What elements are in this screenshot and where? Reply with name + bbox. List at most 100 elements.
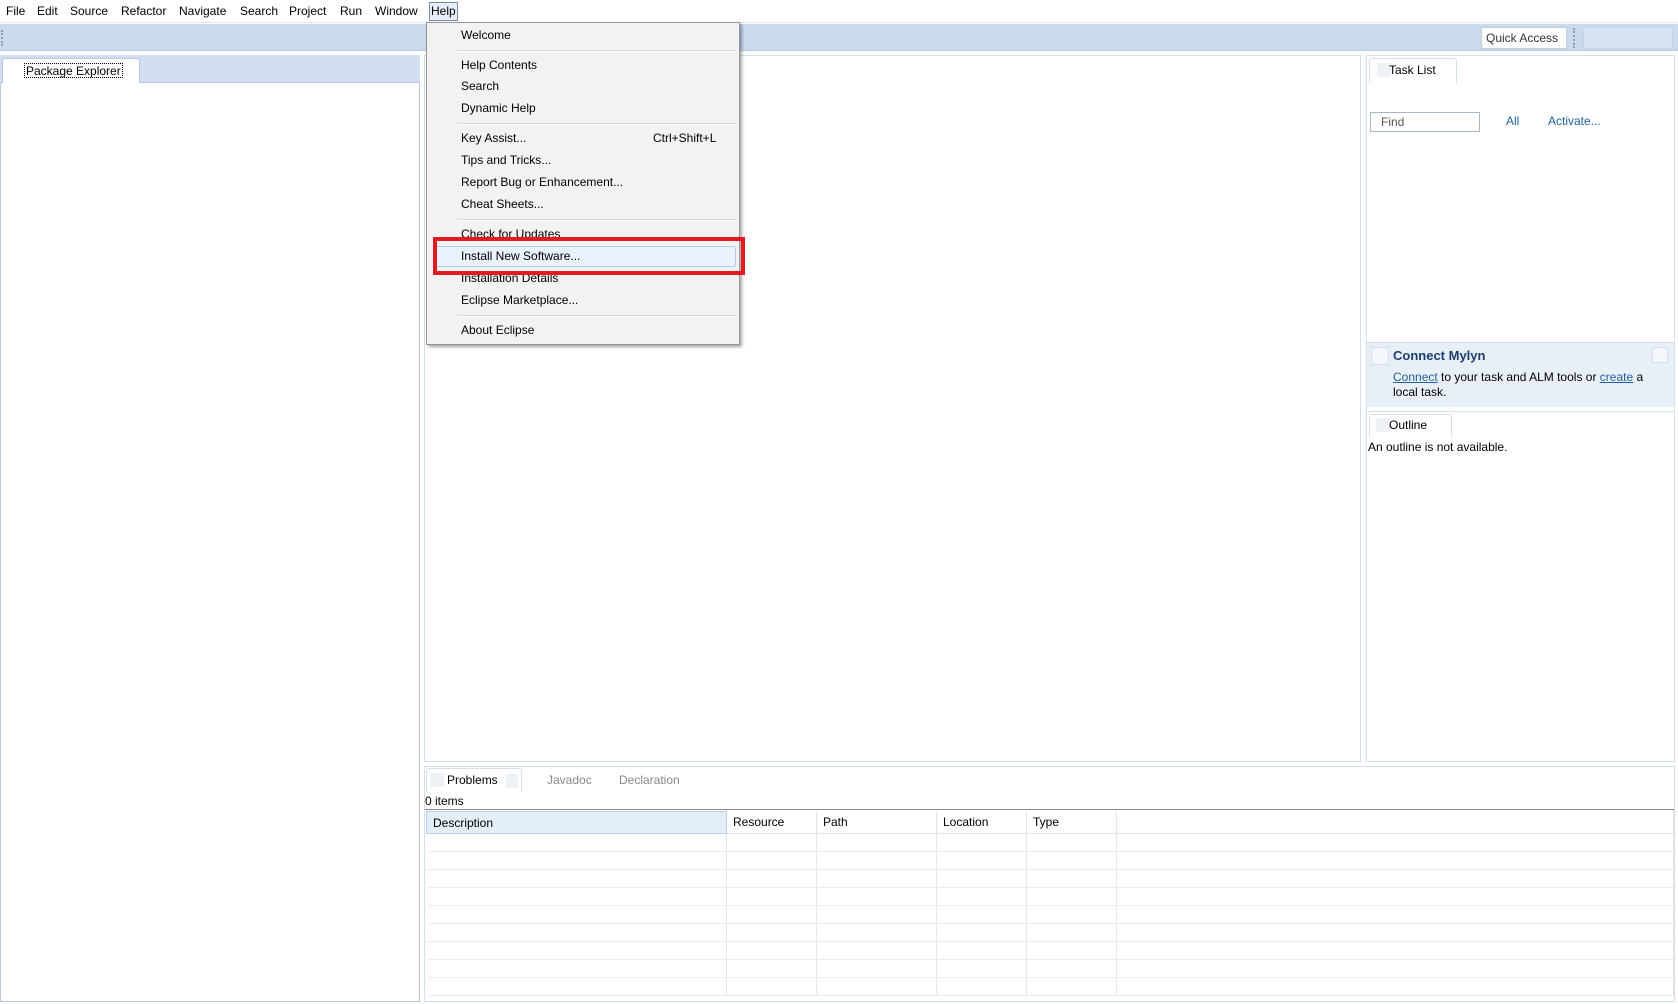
menu-navigate[interactable]: Navigate	[178, 3, 227, 20]
menu-item-cheat-sheets[interactable]: Cheat Sheets...	[461, 195, 544, 213]
table-cell	[816, 887, 937, 906]
toolbar-grip-handle[interactable]	[1, 30, 3, 46]
menu-item-tips-and-tricks[interactable]: Tips and Tricks...	[461, 151, 551, 169]
table-cell	[936, 923, 1027, 942]
table-cell	[816, 977, 937, 996]
tab-declaration[interactable]: Declaration	[619, 773, 680, 788]
problems-icon	[430, 773, 444, 787]
menu-help[interactable]: Help	[429, 2, 458, 21]
tab-outline-label[interactable]: Outline	[1389, 418, 1427, 433]
table-cell	[726, 923, 817, 942]
menu-separator	[457, 315, 736, 317]
table-cell	[726, 887, 817, 906]
menu-separator	[457, 123, 736, 125]
column-path[interactable]: Path	[816, 811, 937, 834]
table-cell	[1116, 923, 1674, 942]
outline-panel	[1366, 411, 1675, 762]
table-cell	[726, 851, 817, 870]
table-cell	[726, 869, 817, 888]
package-explorer-panel	[0, 55, 420, 1002]
table-row	[426, 905, 1674, 924]
perspective-switcher[interactable]	[1583, 27, 1673, 49]
table-cell	[816, 923, 937, 942]
table-cell	[936, 977, 1027, 996]
menu-project[interactable]: Project	[288, 3, 327, 20]
toolbar-grip-handle-right[interactable]	[1573, 28, 1575, 48]
connect-link[interactable]: Connect	[1393, 370, 1438, 384]
annotation-highlight-box	[433, 237, 745, 275]
table-cell	[1026, 923, 1117, 942]
table-cell	[426, 923, 727, 942]
create-link[interactable]: create	[1600, 370, 1633, 384]
mylyn-text-middle: to your task and ALM tools or	[1437, 370, 1600, 384]
menu-search[interactable]: Search	[239, 3, 279, 20]
menu-item-dynamic-help[interactable]: Dynamic Help	[461, 99, 536, 117]
table-cell	[726, 977, 817, 996]
menu-refactor[interactable]: Refactor	[120, 3, 167, 20]
table-cell	[936, 887, 1027, 906]
connect-mylyn-title: Connect Mylyn	[1393, 348, 1486, 363]
menu-item-eclipse-marketplace[interactable]: Eclipse Marketplace...	[461, 291, 578, 309]
table-cell	[816, 959, 937, 978]
menu-item-welcome[interactable]: Welcome	[461, 26, 511, 44]
table-cell	[726, 959, 817, 978]
column-location[interactable]: Location	[936, 811, 1027, 834]
table-cell	[426, 887, 727, 906]
column-description[interactable]: Description	[426, 811, 727, 834]
table-cell	[726, 833, 817, 852]
task-find-input[interactable]: Find	[1370, 112, 1480, 132]
table-cell	[1026, 833, 1117, 852]
menu-run[interactable]: Run	[339, 3, 363, 20]
mylyn-close-icon[interactable]	[1652, 347, 1668, 363]
problems-item-count: 0 items	[425, 794, 464, 808]
table-cell	[426, 977, 727, 996]
tab-package-explorer-label[interactable]: Package Explorer	[24, 63, 123, 78]
menu-edit[interactable]: Edit	[36, 3, 59, 20]
menu-window[interactable]: Window	[374, 3, 419, 20]
tab-task-list-label[interactable]: Task List	[1389, 63, 1436, 78]
table-cell	[1026, 905, 1117, 924]
menu-item-key-assist[interactable]: Key Assist...	[461, 129, 526, 147]
table-cell	[426, 851, 727, 870]
main-toolbar	[0, 24, 1678, 51]
table-cell	[936, 959, 1027, 978]
menu-item-report-bug[interactable]: Report Bug or Enhancement...	[461, 173, 623, 191]
table-cell	[936, 905, 1027, 924]
table-row	[426, 887, 1674, 906]
task-activate-link[interactable]: Activate...	[1548, 114, 1601, 129]
table-cell	[1116, 851, 1674, 870]
table-cell	[816, 869, 937, 888]
task-all-link[interactable]: All	[1506, 114, 1519, 129]
menu-source[interactable]: Source	[69, 3, 109, 20]
outline-message: An outline is not available.	[1368, 440, 1508, 454]
table-divider	[425, 809, 1674, 810]
table-cell	[1116, 977, 1674, 996]
menu-separator	[457, 219, 736, 221]
table-cell	[1116, 869, 1674, 888]
table-cell	[426, 959, 727, 978]
table-row	[426, 851, 1674, 870]
table-cell	[1116, 833, 1674, 852]
tab-problems-label[interactable]: Problems	[447, 773, 498, 788]
table-cell	[936, 869, 1027, 888]
tab-close-icon[interactable]	[506, 774, 518, 788]
column-type[interactable]: Type	[1026, 811, 1117, 834]
column-resource[interactable]: Resource	[726, 811, 817, 834]
menu-item-about-eclipse[interactable]: About Eclipse	[461, 321, 534, 339]
menu-item-help-contents[interactable]: Help Contents	[461, 56, 537, 74]
tab-javadoc[interactable]: Javadoc	[547, 773, 592, 788]
table-row	[426, 833, 1674, 852]
problems-table: Description Resource Path Location Type	[426, 811, 1674, 996]
table-cell	[936, 833, 1027, 852]
menu-item-search[interactable]: Search	[461, 77, 499, 95]
table-cell	[426, 869, 727, 888]
quick-access-input[interactable]: Quick Access	[1481, 27, 1567, 49]
table-cell	[1026, 977, 1117, 996]
table-cell	[426, 833, 727, 852]
table-cell	[936, 941, 1027, 960]
menu-file[interactable]: File	[5, 3, 26, 20]
mylyn-icon	[1371, 347, 1389, 365]
table-cell	[1026, 959, 1117, 978]
outline-icon	[1376, 418, 1390, 432]
menu-separator	[457, 50, 736, 52]
